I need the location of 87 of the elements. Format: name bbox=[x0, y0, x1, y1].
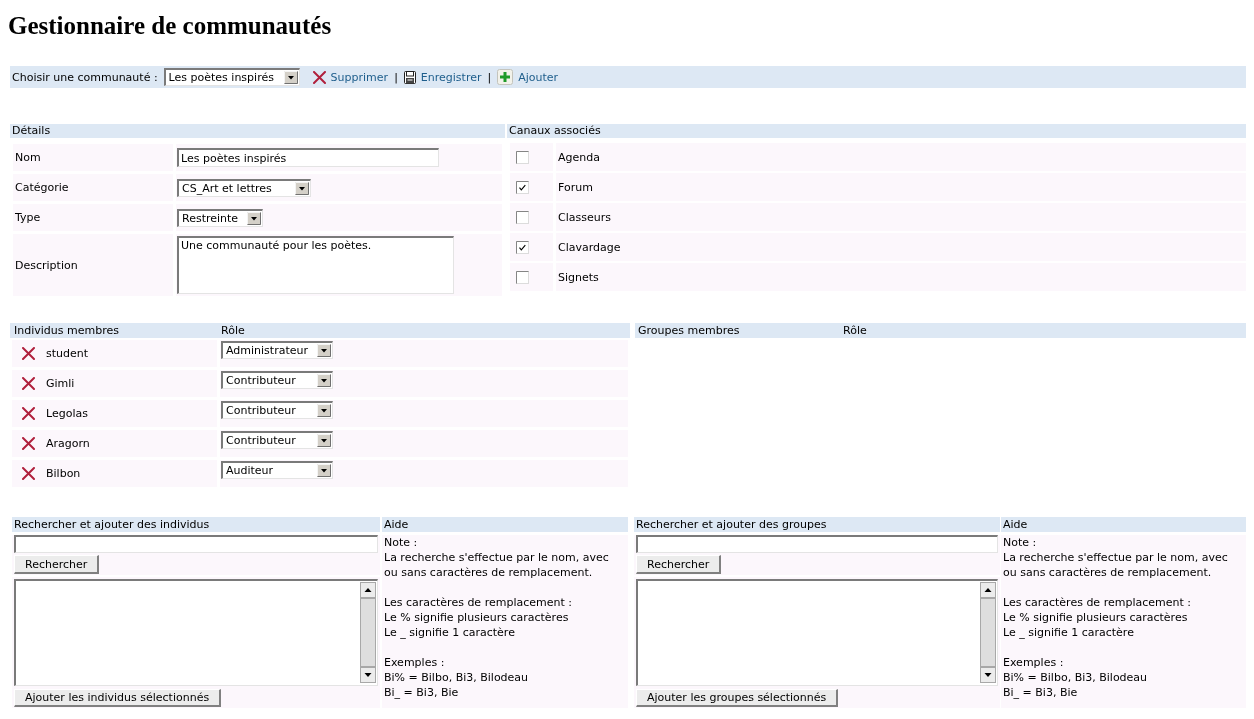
text-field[interactable]: Les poètes inspirés bbox=[177, 148, 439, 167]
search-button[interactable]: Rechercher bbox=[636, 555, 722, 574]
community-select[interactable]: Les poètes inspirés bbox=[163, 68, 300, 86]
channel-label: Signets bbox=[556, 263, 1246, 291]
member-name: student bbox=[46, 347, 89, 360]
caret-icon bbox=[317, 374, 331, 387]
page-title: Gestionnaire de communautés bbox=[8, 11, 332, 40]
column-header: Rôle bbox=[217, 323, 630, 338]
separator: | bbox=[394, 70, 398, 84]
help-text: Le _ signifie 1 caractère bbox=[384, 625, 516, 640]
channel-label: Forum bbox=[556, 173, 1246, 201]
plus-icon[interactable] bbox=[497, 69, 514, 85]
help-text: Les caractères de remplacement : bbox=[1003, 595, 1192, 610]
cross-icon[interactable] bbox=[22, 377, 35, 390]
scrollbar[interactable] bbox=[360, 582, 376, 683]
member-name: Aragorn bbox=[46, 437, 90, 450]
results-list[interactable] bbox=[636, 579, 998, 686]
delete-link[interactable]: Supprimer bbox=[330, 70, 389, 84]
cross-icon[interactable] bbox=[22, 347, 35, 360]
column-header: Rechercher et ajouter des individus bbox=[12, 517, 380, 532]
field-label: Catégorie bbox=[13, 174, 173, 201]
help-text: Bi_ = Bi3, Bie bbox=[1003, 685, 1079, 700]
dropdown[interactable]: CS_Art et lettres bbox=[177, 178, 311, 197]
caret-icon bbox=[317, 464, 331, 477]
save-link[interactable]: Enregistrer bbox=[420, 70, 482, 84]
help-text: Note : bbox=[1003, 535, 1038, 550]
member-name: Gimli bbox=[46, 377, 75, 390]
caret-icon bbox=[317, 344, 331, 357]
search-field[interactable] bbox=[636, 535, 998, 553]
cross-icon[interactable] bbox=[22, 407, 35, 420]
cross-icon[interactable] bbox=[22, 437, 35, 450]
field-label: Type bbox=[13, 204, 173, 231]
column-header: Groupes membres bbox=[635, 323, 840, 338]
section-header: Détails bbox=[10, 124, 505, 138]
help-text: Exemples : bbox=[384, 655, 446, 670]
column-header: Aide bbox=[382, 517, 628, 532]
cross-icon[interactable] bbox=[22, 467, 35, 480]
help-text: Le _ signifie 1 caractère bbox=[1003, 625, 1135, 640]
results-list[interactable] bbox=[14, 579, 378, 686]
help-text: Bi_ = Bi3, Bie bbox=[384, 685, 460, 700]
role-select[interactable]: Administrateur bbox=[221, 341, 333, 359]
column-header: Rôle bbox=[840, 323, 1246, 338]
checkbox[interactable] bbox=[516, 240, 529, 254]
text-area[interactable]: Une communauté pour les poètes. bbox=[177, 236, 454, 294]
caret-icon bbox=[295, 181, 309, 195]
search-button[interactable]: Rechercher bbox=[14, 555, 100, 574]
community-label: Choisir une communauté : bbox=[12, 70, 158, 84]
caret-icon bbox=[283, 71, 298, 84]
caret-icon bbox=[317, 434, 331, 447]
help-text: La recherche s'effectue par le nom, avec ou sans caractères de remplacement. bbox=[384, 550, 610, 580]
column-header: Rechercher et ajouter des groupes bbox=[634, 517, 1000, 532]
help-text: Note : bbox=[384, 535, 419, 550]
checkbox[interactable] bbox=[516, 150, 529, 164]
cross-icon[interactable] bbox=[312, 70, 326, 84]
help-text: Les caractères de remplacement : bbox=[384, 595, 573, 610]
help-text: Le % signifie plusieurs caractères bbox=[384, 610, 570, 625]
add-selected-button[interactable]: Ajouter les groupes sélectionnés bbox=[636, 689, 839, 707]
field-label: Description bbox=[13, 234, 173, 296]
role-select[interactable]: Contributeur bbox=[221, 401, 333, 419]
channel-label: Classeurs bbox=[556, 203, 1246, 231]
separator: | bbox=[487, 70, 492, 84]
help-text: Exemples : bbox=[1003, 655, 1065, 670]
member-name: Bilbon bbox=[46, 467, 81, 480]
caret-icon bbox=[247, 211, 261, 225]
checkbox[interactable] bbox=[516, 210, 529, 224]
help-text: Bi% = Bilbo, Bi3, Bilodeau bbox=[384, 670, 530, 685]
role-select[interactable]: Auditeur bbox=[221, 461, 333, 479]
channel-label: Agenda bbox=[556, 143, 1246, 171]
column-header: Aide bbox=[1001, 517, 1246, 532]
add-link[interactable]: Ajouter bbox=[518, 70, 559, 84]
scrollbar[interactable] bbox=[980, 582, 996, 683]
field-label: Nom bbox=[13, 144, 173, 171]
help-text: La recherche s'effectue par le nom, avec ou sans caractères de remplacement. bbox=[1003, 550, 1229, 580]
column-header: Individus membres bbox=[10, 323, 217, 338]
search-field[interactable] bbox=[14, 535, 378, 553]
add-selected-button[interactable]: Ajouter les individus sélectionnés bbox=[14, 689, 222, 707]
member-name: Legolas bbox=[46, 407, 88, 420]
checkbox[interactable] bbox=[516, 180, 529, 194]
section-header: Canaux associés bbox=[507, 124, 1246, 138]
role-select[interactable]: Contributeur bbox=[221, 431, 333, 449]
caret-icon bbox=[317, 404, 331, 417]
checkbox[interactable] bbox=[516, 270, 529, 284]
channel-label: Clavardage bbox=[556, 233, 1246, 261]
help-text: Le % signifie plusieurs caractères bbox=[1003, 610, 1189, 625]
role-select[interactable]: Contributeur bbox=[221, 371, 333, 389]
dropdown[interactable]: Restreinte bbox=[177, 208, 263, 227]
help-text: Bi% = Bilbo, Bi3, Bilodeau bbox=[1003, 670, 1149, 685]
